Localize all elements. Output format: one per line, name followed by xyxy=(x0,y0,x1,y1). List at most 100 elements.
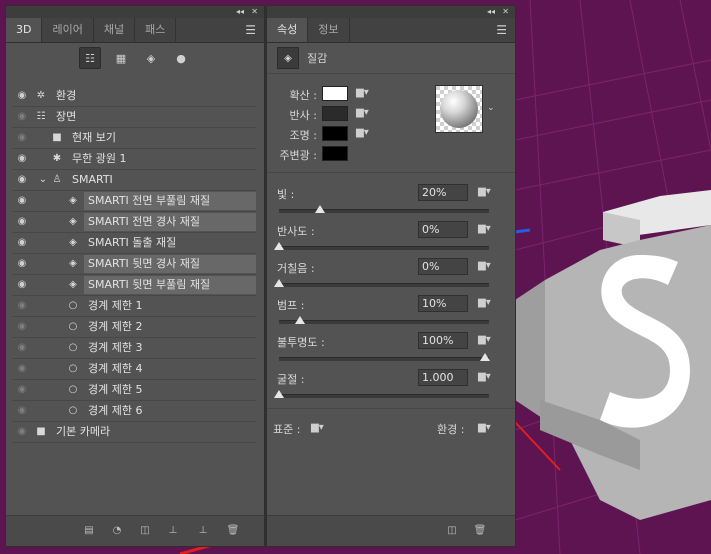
visibility-eye-icon[interactable]: ◉ xyxy=(15,383,29,397)
visibility-eye-icon[interactable]: ◉ xyxy=(15,362,29,376)
layer-row[interactable]: ◉ ✲ 환경 xyxy=(12,86,256,107)
layer-row[interactable]: ◉ ◈ SMARTI 돌출 재질 xyxy=(12,233,256,254)
preview-dropdown-icon[interactable]: ⌄ xyxy=(487,103,495,113)
layer-row[interactable]: ◉ ◈ SMARTI 뒷면 경사 재질 xyxy=(12,254,256,275)
close-icon[interactable]: ✕ xyxy=(251,6,258,18)
tab-channels[interactable]: 채널 xyxy=(94,18,136,42)
visibility-eye-icon[interactable]: ◉ xyxy=(15,257,29,271)
slider-track[interactable] xyxy=(279,283,489,287)
layer-row[interactable]: ◉ ☷ 장면 xyxy=(12,107,256,128)
texture-folder-icon[interactable]: ▆▾ xyxy=(478,371,491,382)
layer-row[interactable]: ◉ ◈ SMARTI 뒷면 부풀림 재질 xyxy=(12,275,256,296)
layer-row[interactable]: ◉ ⌄ ♙ SMARTI xyxy=(12,170,256,191)
layer-row[interactable]: ◉ ○ 경계 제한 2 xyxy=(12,317,256,338)
slider-value-input[interactable]: 100% xyxy=(418,332,468,349)
texture-folder-icon[interactable]: ▆▾ xyxy=(356,87,369,98)
texture-folder-icon[interactable]: ▆▾ xyxy=(478,186,491,197)
texture-folder-icon[interactable]: ▆▾ xyxy=(478,334,491,345)
color-swatch[interactable] xyxy=(322,146,348,161)
trash-icon[interactable]: 🗑 xyxy=(226,524,240,538)
slider-thumb[interactable] xyxy=(274,242,284,250)
slider-track[interactable] xyxy=(279,320,489,324)
slider-value-input[interactable]: 20% xyxy=(418,184,468,201)
slider-thumb[interactable] xyxy=(274,279,284,287)
light-filter-icon[interactable]: ● xyxy=(171,48,191,68)
visibility-eye-icon[interactable]: ◉ xyxy=(15,341,29,355)
ground-icon[interactable]: ⊥ xyxy=(166,524,180,538)
layer-row[interactable]: ◉ ○ 경계 제한 6 xyxy=(12,401,256,422)
layer-row[interactable]: ◉ ○ 경계 제한 5 xyxy=(12,380,256,401)
material-preview-sphere[interactable] xyxy=(435,85,483,133)
texture-folder-icon[interactable]: ▆▾ xyxy=(356,127,369,138)
light-add-icon[interactable]: ◔ xyxy=(110,524,124,538)
slider-value-input[interactable]: 1.000 xyxy=(418,369,468,386)
visibility-eye-icon[interactable]: ◉ xyxy=(15,152,29,166)
texture-folder-icon[interactable]: ▆▾ xyxy=(356,107,369,118)
material-add-icon[interactable]: ◫ xyxy=(445,524,459,538)
environment-folder-icon[interactable]: ▆▾ xyxy=(478,422,491,433)
mesh-add-icon[interactable]: ▤ xyxy=(82,524,96,538)
normal-folder-icon[interactable]: ▆▾ xyxy=(311,422,324,433)
slider-thumb[interactable] xyxy=(480,353,490,361)
color-swatch[interactable] xyxy=(322,126,348,141)
chevron-down-icon[interactable]: ⌄ xyxy=(36,173,50,187)
slider-value-input[interactable]: 10% xyxy=(418,295,468,312)
visibility-eye-icon[interactable]: ◉ xyxy=(15,236,29,250)
slider-value-input[interactable]: 0% xyxy=(418,221,468,238)
tab-layers[interactable]: 레이어 xyxy=(42,18,94,42)
panel-menu-icon[interactable]: ☰ xyxy=(496,18,507,42)
visibility-eye-icon[interactable]: ◉ xyxy=(15,425,29,439)
visibility-eye-icon[interactable]: ◉ xyxy=(15,215,29,229)
layer-row[interactable]: ◉ ■ 현재 보기 xyxy=(12,128,256,149)
layer-row[interactable]: ◉ ○ 경계 제한 1 xyxy=(12,296,256,317)
mesh-filter-icon[interactable]: ▦ xyxy=(111,48,131,68)
color-swatch[interactable] xyxy=(322,86,348,101)
visibility-eye-icon[interactable]: ◉ xyxy=(15,320,29,334)
tab-paths[interactable]: 패스 xyxy=(135,18,177,42)
layer-row[interactable]: ◉ ■ 기본 카메라 xyxy=(12,422,256,443)
trash-icon[interactable]: 🗑 xyxy=(473,524,487,538)
visibility-eye-icon[interactable]: ◉ xyxy=(15,110,29,124)
layer-row[interactable]: ◉ ○ 경계 제한 4 xyxy=(12,359,256,380)
mesh-icon: ♙ xyxy=(52,174,62,185)
layer-row[interactable]: ◉ ◈ SMARTI 전면 부풀림 재질 xyxy=(12,191,256,212)
texture-folder-icon[interactable]: ▆▾ xyxy=(478,297,491,308)
collapse-icon[interactable]: ◂◂ xyxy=(236,6,244,18)
visibility-eye-icon[interactable]: ◉ xyxy=(15,194,29,208)
panel-title-strip[interactable]: ◂◂ ✕ xyxy=(6,6,264,18)
tab-info[interactable]: 정보 xyxy=(308,18,350,42)
slider-track[interactable] xyxy=(279,209,489,213)
layer-row[interactable]: ◉ ✱ 무한 광원 1 xyxy=(12,149,256,170)
slider-track[interactable] xyxy=(279,394,489,398)
visibility-eye-icon[interactable]: ◉ xyxy=(15,278,29,292)
slider-thumb[interactable] xyxy=(315,205,326,213)
constraint-add-icon[interactable]: ⊥ xyxy=(196,524,210,538)
collapse-icon[interactable]: ◂◂ xyxy=(487,6,495,18)
layer-row[interactable]: ◉ ○ 경계 제한 3 xyxy=(12,338,256,359)
scene-filter-icon[interactable]: ☷ xyxy=(79,47,101,69)
texture-folder-icon[interactable]: ▆▾ xyxy=(478,260,491,271)
visibility-eye-icon[interactable]: ◉ xyxy=(15,299,29,313)
texture-folder-icon[interactable]: ▆▾ xyxy=(478,223,491,234)
visibility-eye-icon[interactable]: ◉ xyxy=(15,131,29,145)
color-swatch[interactable] xyxy=(322,106,348,121)
slider-track[interactable] xyxy=(279,357,489,361)
layer-row[interactable]: ◉ ◈ SMARTI 전면 경사 재질 xyxy=(12,212,256,233)
panel-title-strip[interactable]: ◂◂ ✕ xyxy=(267,6,515,18)
slider-track[interactable] xyxy=(279,246,489,250)
panel-menu-icon[interactable]: ☰ xyxy=(245,18,256,42)
visibility-eye-icon[interactable]: ◉ xyxy=(15,89,29,103)
slider-thumb[interactable] xyxy=(274,390,284,398)
constraint-icon: ○ xyxy=(68,405,78,416)
material-add-icon[interactable]: ◫ xyxy=(138,524,152,538)
slider-thumb[interactable] xyxy=(294,316,305,324)
slider-value-input[interactable]: 0% xyxy=(418,258,468,275)
layer-label: 경계 제한 6 xyxy=(88,404,143,417)
close-icon[interactable]: ✕ xyxy=(502,6,509,18)
layer-label: SMARTI 전면 부풀림 재질 xyxy=(84,192,256,210)
visibility-eye-icon[interactable]: ◉ xyxy=(15,173,29,187)
material-filter-icon[interactable]: ◈ xyxy=(141,48,161,68)
tab-properties[interactable]: 속성 xyxy=(267,18,309,42)
tab-3d[interactable]: 3D xyxy=(6,18,43,42)
visibility-eye-icon[interactable]: ◉ xyxy=(15,404,29,418)
